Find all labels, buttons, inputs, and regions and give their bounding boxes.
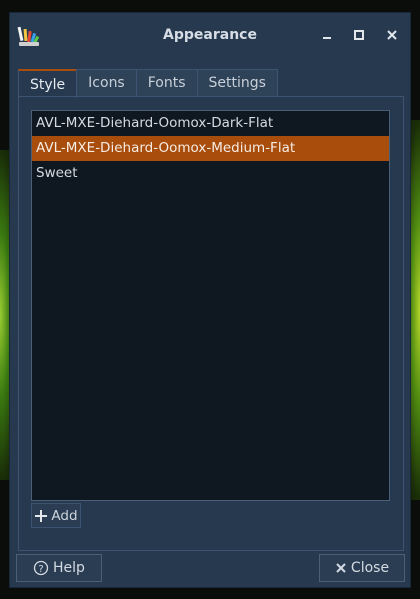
style-list[interactable]: AVL-MXE-Diehard-Oomox-Dark-Flat AVL-MXE-… <box>31 110 390 501</box>
list-item[interactable]: AVL-MXE-Diehard-Oomox-Dark-Flat <box>32 111 389 136</box>
help-button-label: Help <box>53 560 85 576</box>
add-button-label: Add <box>51 507 78 524</box>
plus-icon <box>35 509 48 522</box>
help-circle-icon: ? <box>33 560 49 576</box>
help-button[interactable]: ? Help <box>16 554 102 582</box>
svg-text:?: ? <box>38 564 43 575</box>
close-button[interactable]: Close <box>319 554 405 582</box>
close-x-icon <box>336 563 346 573</box>
appearance-window: Appearance Style Icons Fonts Settings AV… <box>9 12 411 588</box>
close-button-label: Close <box>350 560 390 576</box>
tab-style[interactable]: Style <box>18 69 78 98</box>
list-item-selected[interactable]: AVL-MXE-Diehard-Oomox-Medium-Flat <box>32 136 389 161</box>
close-icon <box>387 30 397 40</box>
tab-icons[interactable]: Icons <box>76 69 137 96</box>
list-item[interactable]: Sweet <box>32 161 389 186</box>
minimize-icon <box>323 37 331 39</box>
tab-fonts[interactable]: Fonts <box>135 69 198 96</box>
maximize-icon <box>354 30 364 40</box>
maximize-button[interactable] <box>349 26 369 44</box>
tab-settings[interactable]: Settings <box>196 69 278 96</box>
add-button[interactable]: Add <box>31 503 81 528</box>
tab-bar: Style Icons Fonts Settings <box>18 69 278 98</box>
close-window-button[interactable] <box>382 26 402 44</box>
titlebar: Appearance <box>10 13 410 57</box>
style-panel: AVL-MXE-Diehard-Oomox-Dark-Flat AVL-MXE-… <box>18 96 404 551</box>
minimize-button[interactable] <box>317 26 337 44</box>
